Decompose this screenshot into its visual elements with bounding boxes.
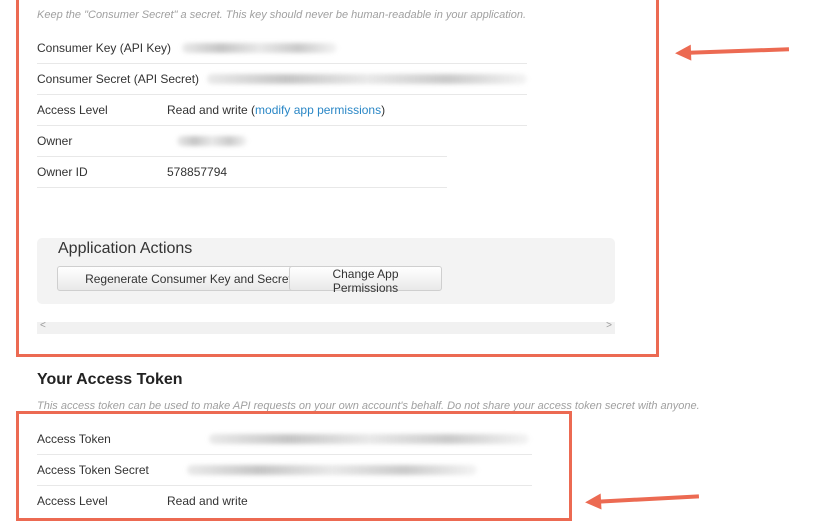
access-token-title: Your Access Token (37, 371, 183, 388)
consumer-keys-highlight (16, 0, 659, 357)
access-token-highlight (16, 411, 572, 521)
arrow-left-icon (598, 494, 700, 504)
arrow-left-icon (688, 47, 790, 55)
